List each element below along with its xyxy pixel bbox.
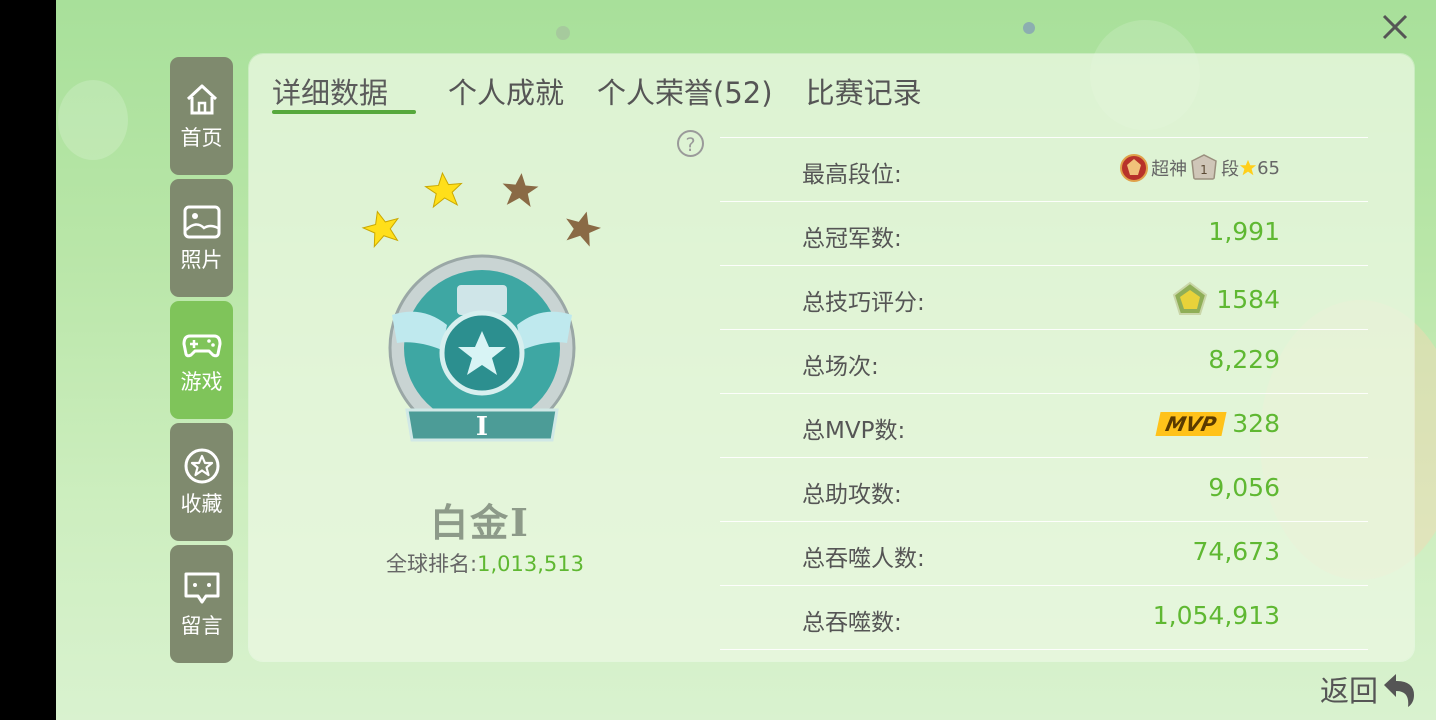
- sidebar-item-label: 收藏: [180, 492, 223, 516]
- stat-label: 总场次:: [802, 354, 879, 380]
- peak-level: 1: [1200, 163, 1208, 177]
- bokeh-decoration: [556, 26, 570, 40]
- rank-emblem: I: [361, 171, 601, 442]
- stat-label: 总技巧评分:: [802, 290, 925, 316]
- close-icon: [1382, 14, 1408, 40]
- rank-star-empty: [566, 211, 601, 247]
- peak-suffix: 段: [1221, 159, 1240, 180]
- platinum-badge-icon: I: [388, 254, 576, 442]
- tab-honors[interactable]: 个人荣誉(52): [597, 70, 773, 114]
- level-emblem-icon: 1: [1191, 154, 1217, 180]
- sidebar-item-label: 游戏: [180, 370, 223, 394]
- sidebar: 首页 照片 游戏 收藏 留言: [170, 57, 233, 667]
- global-ranking-label: 全球排名:: [386, 552, 478, 576]
- sidebar-item-label: 照片: [180, 248, 223, 272]
- rank-title: 白金Ⅰ: [430, 500, 530, 545]
- stat-label: 总吞噬数:: [802, 610, 902, 636]
- stat-label: 总助攻数:: [802, 482, 902, 508]
- tab-bar: 详细数据 个人成就 个人荣誉(52) 比赛记录: [272, 70, 955, 114]
- rank-stars: [361, 171, 601, 248]
- rank-star-filled: [361, 210, 400, 248]
- stat-row-peak-rank: 最高段位: 超神 1 段 65: [720, 137, 1368, 201]
- back-label: 返回: [1320, 674, 1379, 708]
- tab-detailed-data[interactable]: 详细数据: [272, 70, 388, 114]
- stats-list: 最高段位: 超神 1 段 65 总冠军数: 1,991 总技巧评分: 1584 …: [720, 137, 1368, 650]
- bokeh-decoration: [1023, 22, 1035, 34]
- stat-row-matches: 总场次: 8,229: [720, 329, 1368, 393]
- help-icon[interactable]: ?: [677, 130, 704, 157]
- badge-numeral: I: [476, 412, 488, 442]
- stat-row-mvp: 总MVP数: MVP 328: [720, 393, 1368, 457]
- sidebar-item-photo[interactable]: 照片: [170, 179, 233, 297]
- global-ranking: 全球排名:1,013,513: [350, 548, 620, 578]
- stat-value: 328: [1232, 409, 1280, 438]
- stat-row-players-devoured: 总吞噬人数: 74,673: [720, 521, 1368, 585]
- stat-value-wrap: 1584: [1172, 281, 1280, 317]
- peak-rank-value: 超神 1 段 65: [1117, 153, 1280, 183]
- stat-row-skill-score: 总技巧评分: 1584: [720, 265, 1368, 329]
- stat-row-assists: 总助攻数: 9,056: [720, 457, 1368, 521]
- tab-match-records[interactable]: 比赛记录: [806, 70, 922, 114]
- stat-value: 8,229: [1208, 345, 1280, 374]
- sidebar-item-game[interactable]: 游戏: [170, 301, 233, 419]
- message-icon: [184, 572, 219, 604]
- gold-star-icon: [1239, 159, 1257, 176]
- sidebar-item-label: 首页: [180, 126, 223, 150]
- tab-achievements[interactable]: 个人成就: [448, 70, 564, 114]
- sidebar-item-favorites[interactable]: 收藏: [170, 423, 233, 541]
- gamepad-icon: [182, 334, 221, 358]
- sidebar-item-home[interactable]: 首页: [170, 57, 233, 175]
- peak-stars: 65: [1257, 157, 1280, 179]
- stat-row-total-devoured: 总吞噬数: 1,054,913: [720, 585, 1368, 650]
- back-button[interactable]: 返回: [1320, 668, 1420, 710]
- stat-row-championships: 总冠军数: 1,991: [720, 201, 1368, 265]
- stat-label: 总冠军数:: [802, 226, 902, 252]
- rank-star-filled: [424, 171, 463, 209]
- stat-value: 1,991: [1208, 217, 1280, 246]
- left-black-bar: [0, 0, 56, 720]
- global-ranking-value: 1,013,513: [477, 552, 584, 576]
- stat-value-wrap: MVP 328: [1155, 409, 1280, 438]
- stat-value: 74,673: [1192, 537, 1280, 566]
- star-icon: [184, 448, 219, 484]
- close-button[interactable]: [1378, 10, 1412, 44]
- super-god-emblem-icon: [1120, 154, 1149, 182]
- stat-value: 9,056: [1208, 473, 1280, 502]
- return-arrow-icon: [1384, 674, 1415, 707]
- pentagon-icon: [1173, 281, 1208, 315]
- sidebar-item-message[interactable]: 留言: [170, 545, 233, 663]
- mvp-badge: MVP: [1155, 411, 1227, 436]
- rank-star-empty: [502, 173, 539, 207]
- stat-value: 1584: [1216, 284, 1280, 314]
- home-icon: [186, 84, 217, 115]
- active-tab-underline: [272, 110, 416, 114]
- stat-label: 总吞噬人数:: [802, 546, 925, 572]
- stat-label: 总MVP数:: [802, 418, 906, 444]
- sidebar-item-label: 留言: [180, 614, 223, 638]
- stat-value: 1,054,913: [1152, 601, 1280, 630]
- stat-label: 最高段位:: [802, 162, 902, 188]
- peak-tier: 超神: [1151, 159, 1188, 180]
- photo-icon: [183, 205, 220, 239]
- bokeh-decoration: [58, 80, 128, 160]
